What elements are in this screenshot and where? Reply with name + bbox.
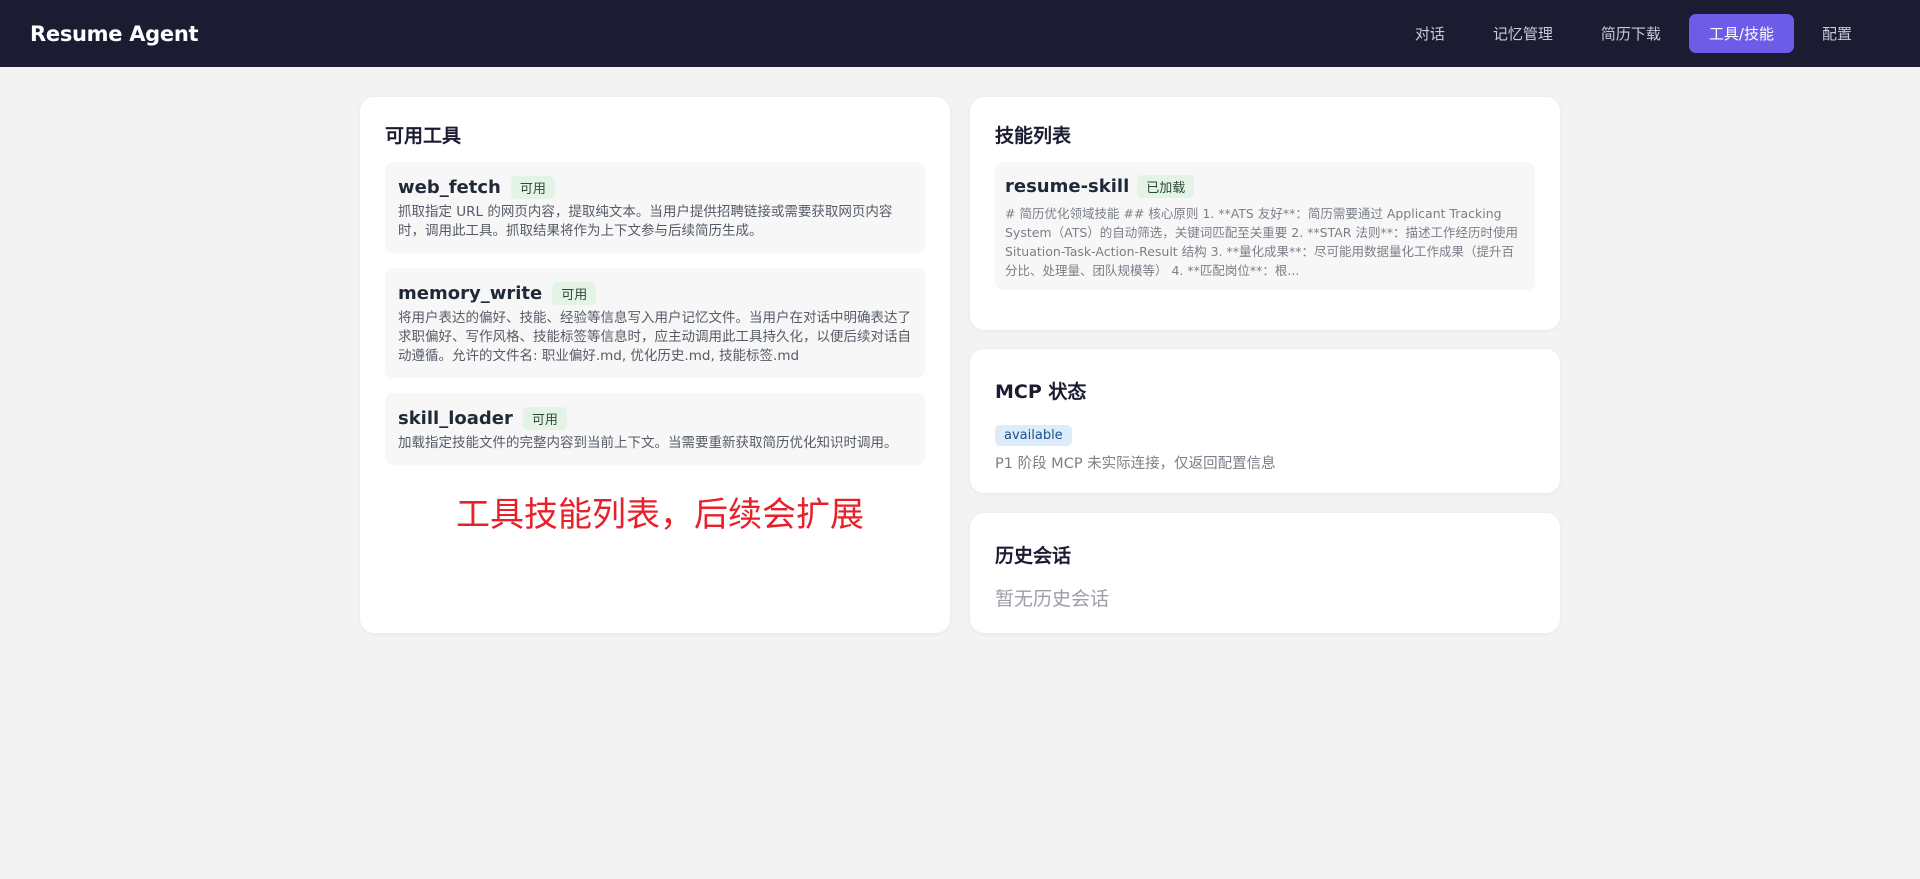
skills-title: 技能列表 xyxy=(995,125,1072,147)
top-navbar: Resume Agent 对话 记忆管理 简历下载 工具/技能 配置 xyxy=(0,0,1920,67)
tool-status-badge: 可用 xyxy=(522,407,567,430)
tool-name: web_fetch xyxy=(398,177,501,198)
history-card: 历史会话 暂无历史会话 xyxy=(970,513,1560,633)
tool-name: skill_loader xyxy=(398,408,513,429)
skill-item: resume-skill 已加载 # 简历优化领域技能 ## 核心原则 1. *… xyxy=(995,162,1535,290)
tool-item: skill_loader 可用 加载指定技能文件的完整内容到当前上下文。当需要重… xyxy=(385,393,925,465)
main-nav: 对话 记忆管理 简历下载 工具/技能 配置 xyxy=(1395,14,1872,53)
history-title: 历史会话 xyxy=(995,545,1072,567)
nav-chat[interactable]: 对话 xyxy=(1395,14,1465,53)
tool-description: 加载指定技能文件的完整内容到当前上下文。当需要重新获取简历优化知识时调用。 xyxy=(398,435,898,451)
skill-description: # 简历优化领域技能 ## 核心原则 1. **ATS 友好**：简历需要通过 … xyxy=(1005,206,1518,278)
skills-card: 技能列表 resume-skill 已加载 # 简历优化领域技能 ## 核心原则… xyxy=(970,97,1560,330)
tool-description: 将用户表达的偏好、技能、经验等信息写入用户记忆文件。当用户在对话中明确表达了求职… xyxy=(398,310,911,364)
skill-name: resume-skill xyxy=(1005,176,1130,197)
app-brand[interactable]: Resume Agent xyxy=(30,22,199,46)
tools-card: 可用工具 web_fetch 可用 抓取指定 URL 的网页内容，提取纯文本。当… xyxy=(360,97,950,633)
mcp-status-card: MCP 状态 available P1 阶段 MCP 未实际连接，仅返回配置信息 xyxy=(970,349,1560,493)
nav-config[interactable]: 配置 xyxy=(1802,14,1872,53)
mcp-status-badge: available xyxy=(995,425,1072,446)
nav-tools-skills[interactable]: 工具/技能 xyxy=(1688,14,1794,53)
annotation-note: 工具技能列表，后续会扩展 xyxy=(456,495,864,535)
mcp-info-text: P1 阶段 MCP 未实际连接，仅返回配置信息 xyxy=(995,456,1276,472)
tool-name: memory_write xyxy=(398,283,543,304)
tool-item: web_fetch 可用 抓取指定 URL 的网页内容，提取纯文本。当用户提供招… xyxy=(385,162,925,253)
tools-title: 可用工具 xyxy=(385,125,462,147)
nav-memory[interactable]: 记忆管理 xyxy=(1473,14,1573,53)
history-empty-text: 暂无历史会话 xyxy=(995,588,1110,610)
skill-status-badge: 已加载 xyxy=(1137,175,1195,198)
main-content: 可用工具 web_fetch 可用 抓取指定 URL 的网页内容，提取纯文本。当… xyxy=(0,67,1920,879)
tool-status-badge: 可用 xyxy=(552,282,597,305)
nav-resume-download[interactable]: 简历下载 xyxy=(1581,14,1681,53)
tool-description: 抓取指定 URL 的网页内容，提取纯文本。当用户提供招聘链接或需要获取网页内容时… xyxy=(398,204,893,239)
tool-status-badge: 可用 xyxy=(510,176,555,199)
mcp-title: MCP 状态 xyxy=(995,381,1087,403)
tool-item: memory_write 可用 将用户表达的偏好、技能、经验等信息写入用户记忆文… xyxy=(385,268,925,378)
